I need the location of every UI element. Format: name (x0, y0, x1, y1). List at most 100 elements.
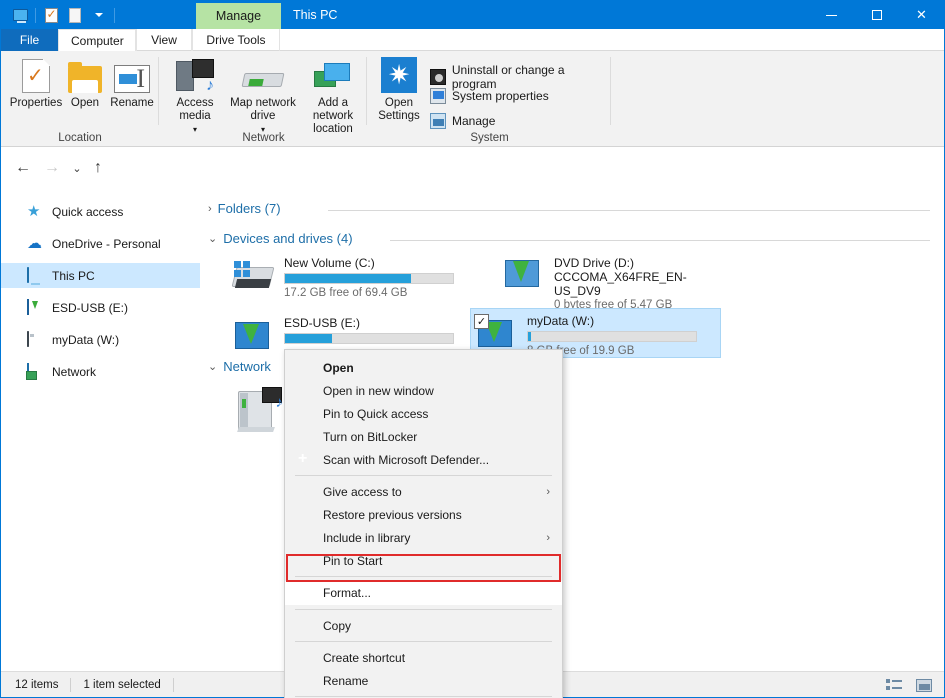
tab-drive-tools[interactable]: Drive Tools (192, 29, 280, 51)
context-menu-item-rename[interactable]: Rename (285, 669, 562, 692)
window-title: This PC (293, 1, 337, 29)
access-media-icon: ♪ (164, 55, 226, 97)
back-button[interactable]: ← (11, 156, 35, 180)
sidebar-item-label: This PC (52, 269, 95, 283)
manage-label: Manage (452, 114, 495, 128)
context-menu-item-restore-previous-versions[interactable]: Restore previous versions (285, 503, 562, 526)
rename-button[interactable]: Rename (105, 55, 159, 110)
media-server-icon: ♪ (232, 385, 284, 439)
menu-separator (295, 696, 552, 697)
system-properties-label: System properties (452, 89, 549, 103)
chevron-right-icon[interactable]: › (546, 486, 550, 498)
sidebar-item-onedrive[interactable]: ☁ OneDrive - Personal (1, 231, 200, 256)
context-menu-item-give-access-to[interactable]: Give access to › (285, 480, 562, 503)
ribbon-group-label-network: Network (160, 132, 367, 144)
context-menu-item-include-in-library[interactable]: Include in library › (285, 526, 562, 549)
details-view-button[interactable] (884, 676, 904, 694)
system-properties-button[interactable]: System properties (430, 88, 549, 104)
open-folder-icon (59, 55, 111, 97)
status-selection: 1 item selected (83, 679, 160, 691)
defender-shield-icon (295, 452, 311, 468)
maximize-button[interactable] (854, 1, 899, 29)
group-header-network[interactable]: ⌄ Network (208, 359, 271, 374)
context-menu-item-label: Scan with Microsoft Defender... (323, 453, 489, 467)
network-device-tile[interactable]: ♪ (228, 381, 288, 443)
access-media-button[interactable]: ♪ Access media ▾ (164, 55, 226, 136)
context-menu-item-pin-to-quick-access[interactable]: Pin to Quick access (285, 402, 562, 425)
context-menu-item-open[interactable]: Open (285, 356, 562, 379)
up-button[interactable]: ↑ (86, 156, 110, 180)
menu-separator (295, 576, 552, 577)
add-network-location-button[interactable]: Add a network location (300, 55, 366, 136)
drive-tile-d[interactable]: DVD Drive (D:) CCCOMA_X64FRE_EN-US_DV9 0… (498, 251, 733, 316)
chevron-right-icon[interactable]: › (208, 203, 212, 215)
divider (35, 8, 36, 23)
this-pc-icon (27, 268, 43, 284)
chevron-right-icon[interactable]: › (546, 532, 550, 544)
context-menu-item-label: Include in library (323, 531, 410, 545)
open-button[interactable]: Open (59, 55, 111, 110)
group-label: Folders (7) (218, 201, 281, 216)
drive-tile-c[interactable]: New Volume (C:) 17.2 GB free of 69.4 GB (228, 251, 463, 304)
windows-drive-icon (232, 255, 274, 297)
tab-computer[interactable]: Computer (58, 29, 136, 51)
context-menu-item-copy[interactable]: Copy (285, 614, 562, 637)
context-menu-item-create-shortcut[interactable]: Create shortcut (285, 646, 562, 669)
drive-checkbox-w[interactable]: ✓ (474, 314, 489, 329)
divider (173, 678, 174, 692)
group-header-folders[interactable]: › Folders (7) (208, 201, 281, 216)
context-menu-item-scan-with-defender[interactable]: Scan with Microsoft Defender... (285, 448, 562, 471)
capacity-bar-fill (285, 274, 411, 283)
sidebar-item-network[interactable]: Network (1, 359, 200, 384)
manage-icon (430, 113, 446, 129)
context-menu-item-pin-to-start[interactable]: Pin to Start (285, 549, 562, 572)
contextual-tab-group-manage[interactable]: Manage (196, 3, 281, 29)
drive-free-space: 17.2 GB free of 69.4 GB (284, 286, 454, 300)
sidebar-item-mydata[interactable]: myData (W:) (1, 327, 200, 352)
cloud-icon: ☁ (27, 236, 43, 252)
this-pc-icon[interactable] (9, 4, 31, 26)
sidebar-item-esd-usb[interactable]: ESD-USB (E:) (1, 295, 200, 320)
ribbon-group-network: ♪ Access media ▾ Map network drive ▾ Add… (160, 51, 367, 147)
sidebar-item-label: Network (52, 365, 96, 379)
star-icon: ★ (27, 204, 43, 220)
map-network-drive-button[interactable]: Map network drive ▾ (228, 55, 298, 136)
capacity-bar (527, 331, 697, 342)
group-label: Devices and drives (4) (223, 231, 352, 246)
minimize-button[interactable] (809, 1, 854, 29)
navigation-pane: ★ Quick access ☁ OneDrive - Personal Thi… (1, 189, 200, 671)
open-settings-label: Open Settings (370, 97, 428, 123)
capacity-bar-fill (285, 334, 332, 343)
file-explorer-window: Manage This PC ✕ File Computer View Driv… (0, 0, 945, 698)
large-icons-view-button[interactable] (914, 676, 934, 694)
context-menu-item-turn-on-bitlocker[interactable]: Turn on BitLocker (285, 425, 562, 448)
context-menu-item-open-in-new-window[interactable]: Open in new window (285, 379, 562, 402)
uninstall-or-change-a-program-button[interactable]: Uninstall or change a program (430, 63, 611, 91)
open-settings-button[interactable]: ✷ Open Settings (370, 55, 428, 123)
properties-icon[interactable] (40, 4, 62, 26)
customize-caret-icon[interactable] (88, 4, 110, 26)
context-menu-item-label: Give access to (323, 485, 402, 499)
add-network-location-label: Add a network location (300, 97, 366, 136)
close-button[interactable]: ✕ (899, 1, 944, 29)
manage-button[interactable]: Manage (430, 113, 495, 129)
drive-name: New Volume (C:) (284, 256, 454, 270)
new-folder-icon[interactable] (64, 4, 86, 26)
tab-view[interactable]: View (136, 29, 192, 51)
group-rule (390, 240, 930, 241)
chevron-down-icon[interactable]: ⌄ (208, 232, 217, 245)
map-network-drive-label: Map network drive (228, 97, 298, 123)
sidebar-item-label: ESD-USB (E:) (52, 301, 128, 315)
sidebar-item-this-pc[interactable]: This PC (1, 263, 200, 288)
hard-drive-icon (27, 332, 43, 348)
tab-file[interactable]: File (1, 29, 58, 51)
capacity-bar (284, 273, 454, 284)
sidebar-item-quick-access[interactable]: ★ Quick access (1, 199, 200, 224)
group-header-devices-and-drives[interactable]: ⌄ Devices and drives (4) (208, 231, 353, 246)
capacity-bar (284, 333, 454, 344)
forward-button[interactable]: → (40, 156, 64, 180)
network-icon (27, 364, 43, 380)
chevron-down-icon[interactable]: ⌄ (208, 360, 217, 373)
gear-icon: ✷ (370, 55, 428, 97)
context-menu-item-format[interactable]: Format... (285, 581, 562, 605)
